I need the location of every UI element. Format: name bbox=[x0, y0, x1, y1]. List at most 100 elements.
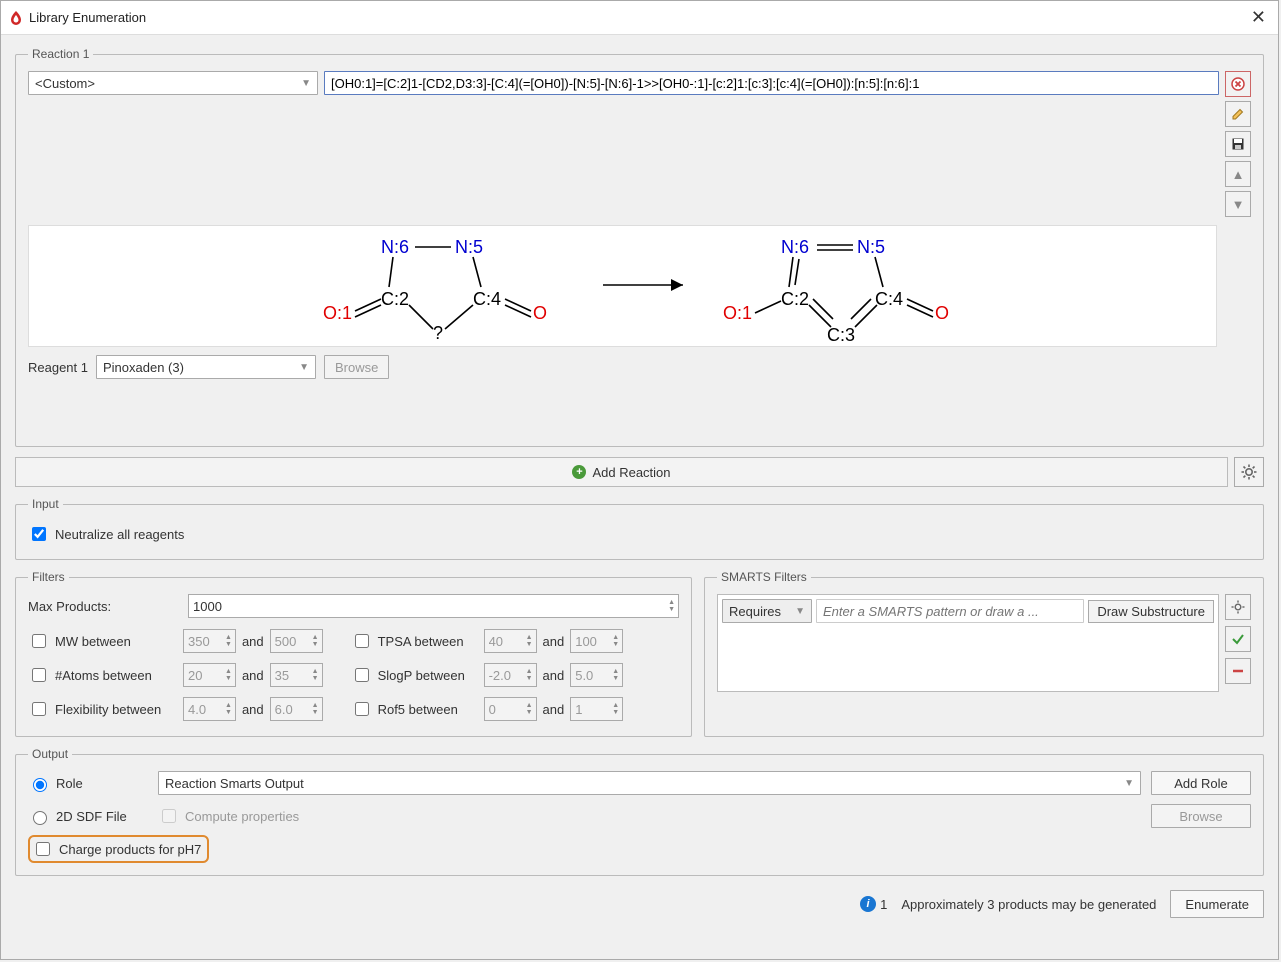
reaction-template-select[interactable]: <Custom> ▼ bbox=[28, 71, 318, 95]
charge-ph7-checkbox[interactable] bbox=[36, 842, 50, 856]
tpsa-checkbox[interactable] bbox=[355, 634, 369, 648]
neutralize-checkbox[interactable] bbox=[32, 527, 46, 541]
edit-reaction-button[interactable] bbox=[1225, 101, 1251, 127]
max-products-input[interactable]: ▲▼ bbox=[188, 594, 679, 618]
chevron-down-icon: ▼ bbox=[301, 78, 311, 89]
flex-checkbox[interactable] bbox=[32, 702, 46, 716]
svg-text:C:4: C:4 bbox=[473, 289, 501, 309]
reaction-smarts-input[interactable] bbox=[324, 71, 1219, 95]
footer-count: 1 bbox=[880, 897, 887, 912]
plus-icon: + bbox=[572, 465, 586, 479]
reaction-top-row: <Custom> ▼ ▲ ▼ bbox=[28, 71, 1251, 217]
role-select[interactable]: Reaction Smarts Output ▼ bbox=[158, 771, 1141, 795]
filters-row: Filters Max Products: ▲▼ MW between bbox=[15, 570, 1264, 737]
sdf-label: 2D SDF File bbox=[56, 809, 127, 824]
compute-properties-label: Compute properties bbox=[185, 809, 299, 824]
rof5-lo-input[interactable]: ▲▼ bbox=[484, 697, 537, 721]
reaction-legend: Reaction 1 bbox=[28, 47, 93, 61]
reaction-diagram: O:1 C:2 ? C:4 O N:5 N:6 bbox=[263, 227, 983, 345]
add-reaction-button[interactable]: + Add Reaction bbox=[15, 457, 1228, 487]
atoms-checkbox[interactable] bbox=[32, 668, 46, 682]
mw-label: MW between bbox=[55, 634, 177, 649]
chevron-down-icon: ▼ bbox=[1124, 778, 1134, 789]
reagent-row: Reagent 1 Pinoxaden (3) ▼ Browse bbox=[28, 355, 1251, 379]
mw-checkbox[interactable] bbox=[32, 634, 46, 648]
smarts-accept-button[interactable] bbox=[1225, 626, 1251, 652]
reagent-browse-button[interactable]: Browse bbox=[324, 355, 389, 379]
flex-hi-input[interactable]: ▲▼ bbox=[270, 697, 323, 721]
sdf-radio[interactable] bbox=[33, 811, 47, 825]
svg-text:O:1: O:1 bbox=[323, 303, 352, 323]
svg-text:N:5: N:5 bbox=[857, 237, 885, 257]
svg-text:C:4: C:4 bbox=[875, 289, 903, 309]
rof5-checkbox[interactable] bbox=[355, 702, 369, 716]
mw-hi-input[interactable]: ▲▼ bbox=[270, 629, 323, 653]
slogp-label: SlogP between bbox=[378, 668, 478, 683]
charge-ph7-highlight: Charge products for pH7 bbox=[28, 835, 209, 863]
atoms-label: #Atoms between bbox=[55, 668, 177, 683]
mw-lo-input[interactable]: ▲▼ bbox=[183, 629, 236, 653]
reagent-select[interactable]: Pinoxaden (3) ▼ bbox=[96, 355, 316, 379]
app-logo-icon bbox=[9, 11, 23, 25]
svg-text:C:2: C:2 bbox=[781, 289, 809, 309]
close-icon[interactable]: ✕ bbox=[1247, 7, 1270, 28]
dialog-window: Library Enumeration ✕ Reaction 1 <Custom… bbox=[0, 0, 1279, 960]
chevron-down-icon: ▼ bbox=[795, 606, 805, 617]
reaction-settings-button[interactable] bbox=[1234, 457, 1264, 487]
charge-ph7-label: Charge products for pH7 bbox=[59, 842, 201, 857]
rof5-hi-input[interactable]: ▲▼ bbox=[570, 697, 623, 721]
tpsa-hi-input[interactable]: ▲▼ bbox=[570, 629, 623, 653]
rof5-label: Rof5 between bbox=[378, 702, 478, 717]
reaction-side-buttons: ▲ ▼ bbox=[1225, 71, 1251, 217]
smarts-side-buttons bbox=[1225, 594, 1251, 692]
spinner-icon[interactable]: ▲▼ bbox=[665, 599, 678, 613]
reagent-value: Pinoxaden (3) bbox=[103, 360, 184, 375]
smarts-pattern-input[interactable] bbox=[816, 599, 1084, 623]
gear-icon bbox=[1231, 600, 1245, 614]
window-title: Library Enumeration bbox=[29, 10, 1247, 25]
move-up-button[interactable]: ▲ bbox=[1225, 161, 1251, 187]
output-browse-button[interactable]: Browse bbox=[1151, 804, 1251, 828]
slogp-checkbox[interactable] bbox=[355, 668, 369, 682]
smarts-filters-group: SMARTS Filters Requires ▼ Draw Substruct… bbox=[704, 570, 1264, 737]
tpsa-lo-input[interactable]: ▲▼ bbox=[484, 629, 537, 653]
add-role-button[interactable]: Add Role bbox=[1151, 771, 1251, 795]
chevron-down-icon: ▼ bbox=[299, 362, 309, 373]
svg-text:N:6: N:6 bbox=[781, 237, 809, 257]
move-down-button[interactable]: ▼ bbox=[1225, 191, 1251, 217]
smarts-remove-button[interactable] bbox=[1225, 658, 1251, 684]
save-reaction-button[interactable] bbox=[1225, 131, 1251, 157]
enumerate-button[interactable]: Enumerate bbox=[1170, 890, 1264, 918]
compute-properties-checkbox bbox=[162, 809, 176, 823]
atoms-lo-input[interactable]: ▲▼ bbox=[183, 663, 236, 687]
smarts-settings-button[interactable] bbox=[1225, 594, 1251, 620]
input-group: Input Neutralize all reagents bbox=[15, 497, 1264, 560]
minus-icon bbox=[1231, 664, 1245, 678]
max-products-label: Max Products: bbox=[28, 599, 178, 614]
atoms-hi-input[interactable]: ▲▼ bbox=[270, 663, 323, 687]
svg-text:O: O bbox=[935, 303, 949, 323]
footer: i 1 Approximately 3 products may be gene… bbox=[15, 886, 1264, 918]
role-value: Reaction Smarts Output bbox=[165, 776, 304, 791]
filters-group: Filters Max Products: ▲▼ MW between bbox=[15, 570, 692, 737]
smarts-mode-select[interactable]: Requires ▼ bbox=[722, 599, 812, 623]
role-radio[interactable] bbox=[33, 778, 47, 792]
content-area: Reaction 1 <Custom> ▼ bbox=[1, 35, 1278, 959]
info-icon: i bbox=[860, 896, 876, 912]
flex-lo-input[interactable]: ▲▼ bbox=[183, 697, 236, 721]
output-legend: Output bbox=[28, 747, 72, 761]
input-legend: Input bbox=[28, 497, 63, 511]
slogp-hi-input[interactable]: ▲▼ bbox=[570, 663, 623, 687]
slogp-lo-input[interactable]: ▲▼ bbox=[484, 663, 537, 687]
svg-text:O: O bbox=[533, 303, 547, 323]
draw-substructure-button[interactable]: Draw Substructure bbox=[1088, 600, 1214, 623]
svg-text:C:3: C:3 bbox=[827, 325, 855, 345]
svg-text:N:5: N:5 bbox=[455, 237, 483, 257]
clear-reaction-button[interactable] bbox=[1225, 71, 1251, 97]
svg-text:C:2: C:2 bbox=[381, 289, 409, 309]
output-group: Output Role Reaction Smarts Output ▼ Add… bbox=[15, 747, 1264, 876]
reaction-canvas: O:1 C:2 ? C:4 O N:5 N:6 bbox=[28, 225, 1217, 347]
gear-icon bbox=[1241, 464, 1257, 480]
neutralize-label: Neutralize all reagents bbox=[55, 527, 184, 542]
svg-text:N:6: N:6 bbox=[381, 237, 409, 257]
